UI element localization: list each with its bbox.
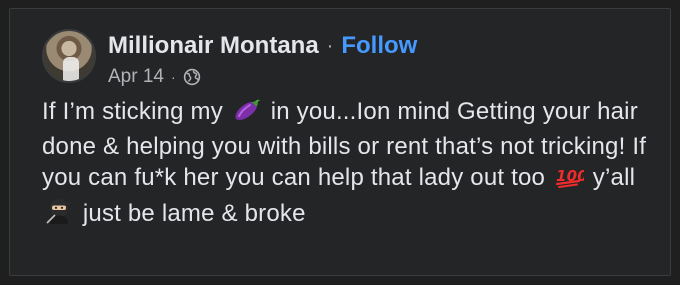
follow-button[interactable]: Follow (341, 31, 417, 61)
hundred-points-emoji: 100 (554, 163, 588, 197)
author-avatar[interactable] (42, 29, 96, 83)
post-text-part: just be lame & broke (76, 200, 306, 227)
post-header: Millionair Montana · Follow Apr 14 · (42, 29, 417, 89)
name-separator: · (326, 35, 334, 57)
post-card: Millionair Montana · Follow Apr 14 · If … (9, 8, 671, 276)
date-separator: · (170, 69, 176, 85)
eggplant-emoji (232, 97, 262, 131)
post-meta: Millionair Montana · Follow Apr 14 · (108, 31, 417, 89)
post-date[interactable]: Apr 14 (108, 65, 164, 89)
ninja-emoji (44, 197, 74, 233)
post-text-part: y’all (585, 164, 636, 191)
post-body: If I’m sticking my in you...Ion mind Get… (42, 96, 652, 233)
timestamp-row: Apr 14 · (108, 65, 417, 89)
name-row: Millionair Montana · Follow (108, 31, 417, 61)
globe-icon (183, 68, 200, 86)
post-text-part: If I’m sticking my (42, 98, 230, 125)
author-name[interactable]: Millionair Montana (108, 31, 319, 61)
